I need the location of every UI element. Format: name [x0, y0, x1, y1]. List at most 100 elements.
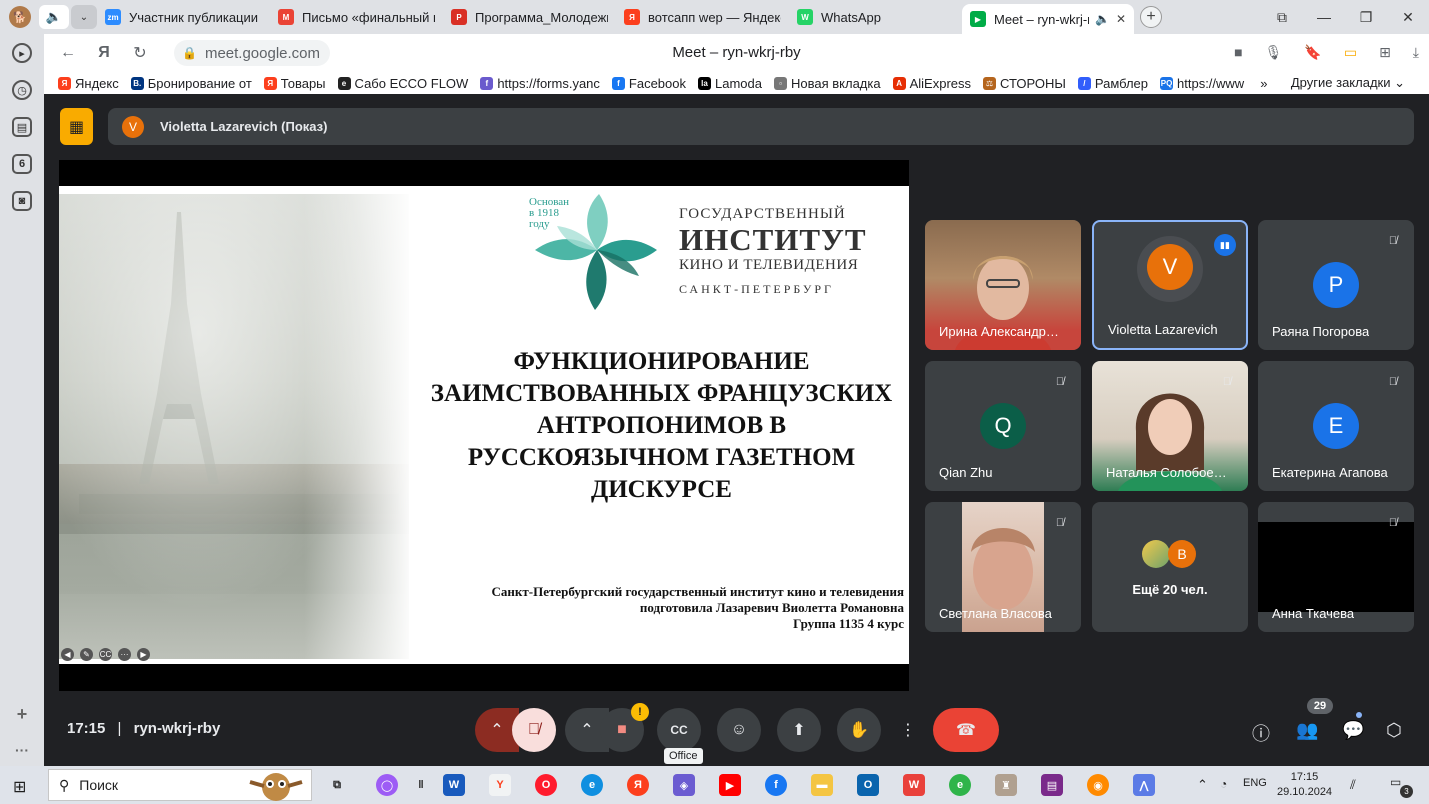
avatar: E: [1313, 403, 1359, 449]
tab-close-icon[interactable]: ✕: [1116, 12, 1126, 26]
browser-tab[interactable]: zm Участник публикации -: [97, 2, 270, 32]
wifi-icon[interactable]: ◔: [1220, 777, 1227, 791]
file-explorer-icon[interactable]: ▬: [811, 774, 833, 796]
green-e-icon[interactable]: e: [949, 774, 971, 796]
other-bookmarks[interactable]: Другие закладки ⌄: [1291, 75, 1405, 91]
meeting-details-icon[interactable]: ⓘ: [1252, 720, 1270, 746]
bookmark-item[interactable]: / Рамблер: [1077, 76, 1148, 91]
participant-tile[interactable]: V ▮▮ Violetta Lazarevich: [1092, 220, 1248, 350]
input-language[interactable]: ENG: [1243, 777, 1267, 789]
tab-sound-icon[interactable]: 🔈: [39, 5, 69, 29]
slide-captions-icon[interactable]: CC: [99, 648, 112, 661]
restore-icon[interactable]: ❐: [1345, 9, 1387, 26]
close-window-icon[interactable]: ✕: [1387, 9, 1429, 26]
wps-icon[interactable]: W: [903, 774, 925, 796]
browser-tab[interactable]: Явотсапп wep — Яндекс: [616, 2, 789, 32]
participant-tile[interactable]: Q 🎙̸ Qian Zhu: [925, 361, 1081, 491]
taskbar-clock[interactable]: 17:15 29.10.2024: [1277, 770, 1332, 800]
minimize-icon[interactable]: —: [1303, 9, 1345, 25]
extensions-icon[interactable]: ⊞: [1379, 44, 1391, 61]
participant-tile[interactable]: Ирина Александр…: [925, 220, 1081, 350]
opera-icon[interactable]: O: [535, 774, 557, 796]
chat-icon[interactable]: 💬: [1342, 720, 1364, 741]
bookmark-item[interactable]: A AliExpress: [892, 76, 971, 91]
camera-in-use-icon[interactable]: ■: [1234, 44, 1242, 61]
slide-next-icon[interactable]: ▶: [137, 648, 150, 661]
tab-count-icon[interactable]: 6: [12, 154, 32, 174]
battery-icon[interactable]: ▭: [1344, 44, 1357, 61]
bookmark-item[interactable]: la Lamoda: [698, 76, 762, 91]
youtube-icon[interactable]: ▶: [719, 774, 741, 796]
participant-tile[interactable]: 🎙̸ Светлана Власова: [925, 502, 1081, 632]
participant-tile[interactable]: 🎙̸ Анна Ткачева: [1258, 502, 1414, 632]
present-screen-button[interactable]: ⬆: [777, 708, 821, 752]
yandex-browser-icon[interactable]: Y: [489, 774, 511, 796]
notification-center-icon[interactable]: ▭ 3: [1390, 775, 1413, 798]
title-line: ФУНКЦИОНИРОВАНИЕ: [513, 348, 810, 375]
bookmark-item[interactable]: f https://forms.yanc: [480, 76, 600, 91]
sidebar-more-icon[interactable]: ···: [12, 740, 32, 760]
shared-screen: ◀ ✎ CC ··· ▶ Основан в 1918 году ГОСУДАР…: [59, 160, 909, 691]
participant-tile[interactable]: E 🎙̸ Екатерина Агапова: [1258, 361, 1414, 491]
slide-more-icon[interactable]: ···: [118, 648, 131, 661]
slide-prev-icon[interactable]: ◀: [61, 648, 74, 661]
activities-icon[interactable]: ⬡: [1386, 720, 1402, 741]
bookmarks-more-icon[interactable]: »: [1260, 76, 1267, 91]
bookmark-item[interactable]: PQ https://www: [1160, 76, 1244, 91]
raise-hand-button[interactable]: ✋: [837, 708, 881, 752]
presentation-icon[interactable]: ▦: [60, 108, 93, 145]
bookmark-item[interactable]: Я Товары: [263, 76, 326, 91]
bookmark-label: Сабо ECCO FLOW: [354, 75, 469, 91]
task-view-icon[interactable]: ⧉: [326, 774, 348, 796]
edge-icon[interactable]: e: [581, 774, 603, 796]
collections-sidebar-icon[interactable]: ▤: [12, 117, 32, 137]
history-icon[interactable]: ◷: [12, 80, 32, 100]
participant-tile[interactable]: 🎙̸ Наталья Солобое…: [1092, 361, 1248, 491]
people-icon[interactable]: 👥: [1296, 720, 1318, 741]
add-sidebar-icon[interactable]: +: [12, 704, 32, 724]
slide-pen-icon[interactable]: ✎: [80, 648, 93, 661]
app-icon[interactable]: ⋀: [1133, 774, 1155, 796]
bookmark-item[interactable]: Я Яндекс: [58, 76, 119, 91]
word-icon[interactable]: W: [443, 774, 465, 796]
profile-avatar[interactable]: 🐕: [9, 6, 31, 28]
participant-tile[interactable]: P 🎙̸ Раяна Погорова: [1258, 220, 1414, 350]
emoji-button[interactable]: ☺: [717, 708, 761, 752]
more-options-button[interactable]: ⋮: [897, 708, 919, 752]
participant-tile-more[interactable]: B Ещё 20 чел.: [1092, 502, 1248, 632]
bookmark-item[interactable]: ⚖ СТОРОНЫ: [983, 76, 1066, 91]
bookmark-favicon-icon: e: [337, 76, 351, 90]
bookmark-item[interactable]: e Сабо ECCO FLOW: [337, 75, 469, 91]
bookmark-item[interactable]: B. Бронирование от: [130, 76, 252, 91]
new-tab-button[interactable]: +: [1140, 6, 1162, 28]
bookmark-item[interactable]: ▫ Новая вкладка: [773, 76, 881, 91]
alice-icon[interactable]: ▸: [12, 43, 32, 63]
downloads-icon[interactable]: ⤓: [1413, 44, 1419, 61]
tabs-dropdown-chevron-icon[interactable]: ⌄: [71, 5, 97, 29]
mic-in-use-icon[interactable]: 🎙: [1265, 44, 1283, 61]
facebook-icon[interactable]: f: [765, 774, 787, 796]
captions-button[interactable]: CC: [657, 708, 701, 752]
yandex-icon[interactable]: Я: [627, 774, 649, 796]
bookmark-item[interactable]: f Facebook: [611, 76, 686, 91]
alice-taskbar-icon[interactable]: ◯: [376, 774, 398, 796]
game-icon[interactable]: ♜: [995, 774, 1017, 796]
meeting-time: 17:15: [67, 720, 106, 737]
mic-toggle-button[interactable]: 🎙̸: [512, 708, 556, 752]
browser-tab[interactable]: W WhatsApp: [789, 2, 962, 32]
browser-tab[interactable]: M Письмо «финальный ва: [270, 2, 443, 32]
windows-start-icon[interactable]: ⊞: [13, 777, 26, 797]
bookmark-icon[interactable]: 🔖: [1304, 44, 1321, 61]
tray-chevron-icon[interactable]: ⌃: [1197, 777, 1208, 793]
office-icon[interactable]: ◈: [673, 774, 695, 796]
tab-sound-indicator-icon[interactable]: 🔈: [1095, 12, 1110, 26]
winrar-icon[interactable]: ▤: [1041, 774, 1063, 796]
collections-icon[interactable]: ⧉: [1261, 9, 1303, 26]
outlook-icon[interactable]: O: [857, 774, 879, 796]
tab-meet[interactable]: ▶ Meet – ryn-wkrj-rb 🔈 ✕: [962, 4, 1134, 34]
screenshot-icon[interactable]: ◙: [12, 191, 32, 211]
tray-app-icon[interactable]: ⫽: [1350, 777, 1356, 793]
media-player-icon[interactable]: ◉: [1087, 774, 1109, 796]
browser-tab[interactable]: P Программа_Молодежн: [443, 2, 616, 32]
leave-call-button[interactable]: ☎: [933, 708, 999, 752]
